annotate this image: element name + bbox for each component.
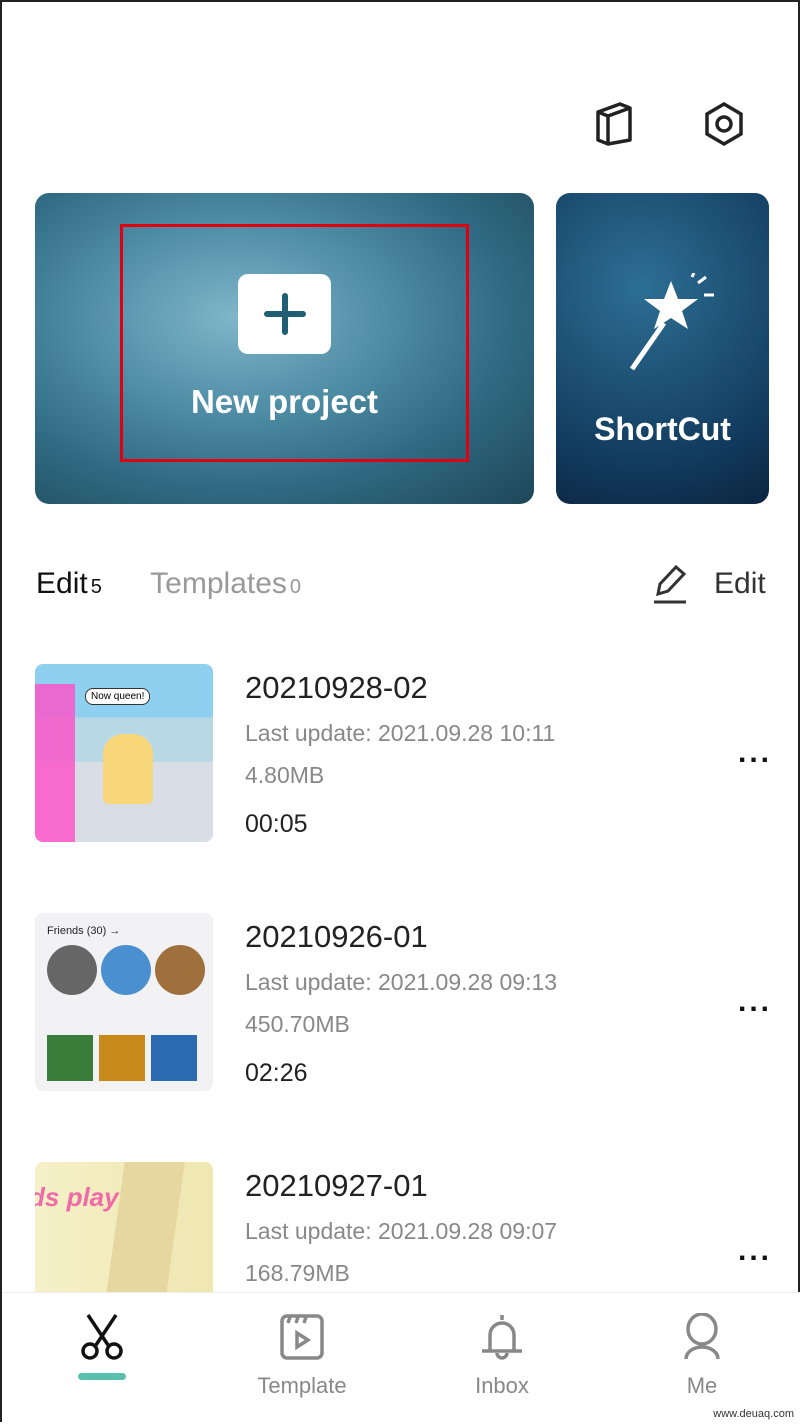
project-title: 20210926-01 (245, 919, 428, 954)
project-duration: 02:26 (245, 1059, 308, 1087)
bottom-navigation: Template Inbox Me www.deuaq.com (2, 1292, 800, 1424)
book-icon[interactable] (590, 100, 638, 148)
tab-edit[interactable]: Edit 5 (36, 567, 102, 600)
nav-label: Inbox (475, 1373, 529, 1398)
thumb-caption: ds play: (35, 1182, 128, 1212)
highlight-box (120, 224, 469, 462)
tab-templates[interactable]: Templates 0 (150, 567, 301, 600)
scissors-icon (81, 1314, 123, 1360)
magic-wand-icon (629, 273, 714, 371)
project-title: 20210928-02 (245, 670, 428, 705)
project-updated: Last update: 2021.09.28 09:13 (245, 969, 558, 995)
project-size: 4.80MB (245, 762, 325, 788)
settings-icon[interactable] (700, 100, 748, 148)
edit-button-label: Edit (714, 567, 766, 600)
active-indicator (78, 1373, 126, 1380)
project-duration: 00:05 (245, 810, 308, 838)
tab-label: Edit (36, 567, 88, 600)
tab-count: 5 (90, 576, 102, 598)
nav-inbox[interactable]: Inbox (422, 1313, 582, 1399)
shortcut-card[interactable]: ShortCut (556, 193, 769, 504)
watermark: www.deuaq.com (713, 1408, 794, 1420)
project-updated: Last update: 2021.09.28 09:07 (245, 1218, 558, 1244)
project-thumbnail: Friends (30) → (35, 913, 213, 1091)
more-options-button[interactable]: ... (738, 736, 772, 770)
project-updated: Last update: 2021.09.28 10:11 (245, 720, 556, 746)
nav-label: Me (686, 1373, 718, 1398)
edit-button[interactable]: Edit (652, 564, 766, 604)
tab-label: Templates (150, 567, 287, 600)
nav-edit[interactable] (22, 1313, 182, 1380)
bell-icon (482, 1315, 522, 1360)
nav-me[interactable]: Me (622, 1313, 782, 1399)
more-options-button[interactable]: ... (738, 985, 772, 1019)
nav-template[interactable]: Template (222, 1313, 382, 1399)
pencil-icon (654, 564, 687, 604)
project-thumbnail: Now queen! (35, 664, 213, 842)
thumb-caption: Now queen! (85, 688, 151, 705)
shortcut-label: ShortCut (594, 411, 731, 447)
project-size: 168.79MB (245, 1260, 350, 1286)
nav-label: Template (257, 1373, 347, 1398)
project-tabs: Edit 5 Templates 0 (36, 567, 301, 601)
more-options-button[interactable]: ... (738, 1234, 772, 1268)
person-icon (684, 1313, 720, 1360)
template-icon (280, 1314, 324, 1360)
project-size: 450.70MB (245, 1011, 350, 1037)
thumb-caption: Friends (30) → (47, 925, 121, 937)
tab-count: 0 (289, 576, 302, 598)
project-item[interactable]: Friends (30) → 20210926-01 Last update: … (35, 913, 800, 1091)
project-title: 20210927-01 (245, 1168, 428, 1203)
project-item[interactable]: Now queen! 20210928-02 Last update: 2021… (35, 664, 800, 842)
